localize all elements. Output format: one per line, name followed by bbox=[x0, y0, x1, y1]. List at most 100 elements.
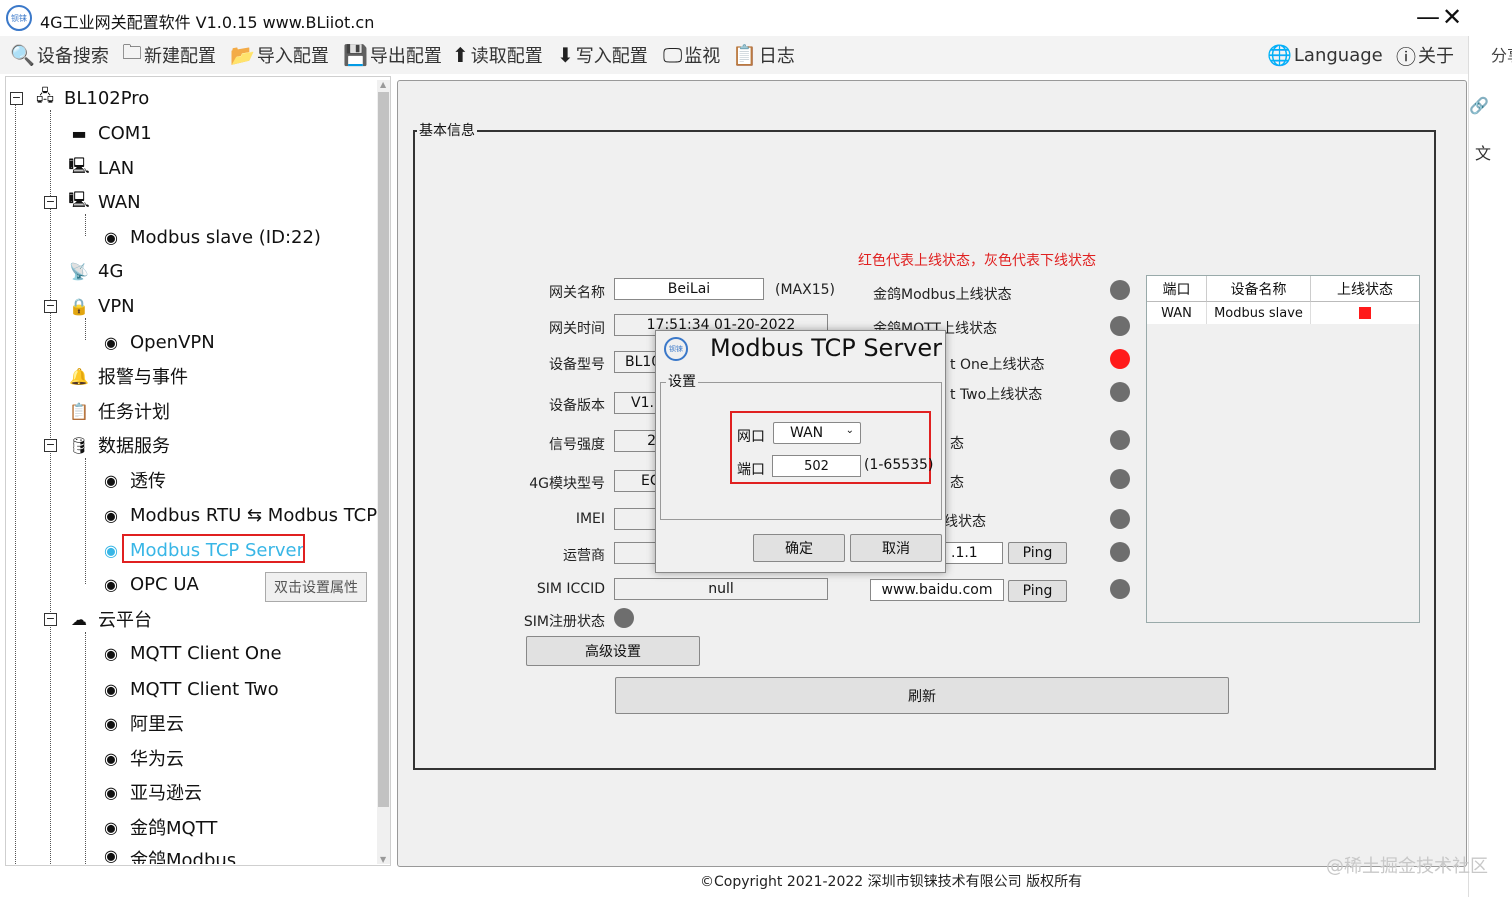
tree-item-mqtt1[interactable]: ◉ MQTT Client One bbox=[98, 638, 282, 668]
save-icon: 💾 bbox=[343, 43, 368, 67]
tree-item-mqtt2[interactable]: ◉ MQTT Client Two bbox=[98, 674, 279, 704]
port-number-input[interactable]: 502 bbox=[772, 455, 861, 477]
tree-item-opcua[interactable]: ◉ OPC UA bbox=[98, 569, 199, 599]
export-config-button[interactable]: 💾 导出配置 bbox=[343, 42, 442, 68]
tree-item-jinge-mqtt[interactable]: ◉ 金鸽MQTT bbox=[98, 812, 217, 842]
close-button[interactable]: ✕ bbox=[1442, 4, 1462, 30]
status-label-mqtt1: t One上线状态 bbox=[950, 357, 1045, 373]
read-config-button[interactable]: ⬆ 读取配置 bbox=[452, 42, 543, 68]
gateway-icon: 🖧 bbox=[36, 85, 54, 105]
tree-label: Modbus slave (ID:22) bbox=[130, 226, 321, 248]
tree-label: VPN bbox=[98, 295, 135, 317]
tree-item-passthrough[interactable]: ◉ 透传 bbox=[98, 465, 166, 495]
tree-item-aws[interactable]: ◉ 亚马逊云 bbox=[98, 777, 202, 807]
status-dot-mqtt1 bbox=[1110, 349, 1130, 369]
node-icon: ◉ bbox=[104, 332, 118, 352]
tree-item-huawei[interactable]: ◉ 华为云 bbox=[98, 743, 184, 773]
share-label[interactable]: 分享 bbox=[1491, 42, 1512, 66]
net-port-select[interactable]: WAN ⌄ bbox=[773, 422, 861, 444]
side-panel: 分享 🔗 文 bbox=[1468, 36, 1512, 897]
language-button[interactable]: 🌐 Language bbox=[1267, 42, 1383, 68]
status-label-7: 线状态 bbox=[944, 514, 986, 530]
scroll-down-icon[interactable]: ▼ bbox=[380, 855, 386, 864]
gateway-name-label: 网关名称 bbox=[549, 285, 605, 301]
toolbar: 🔍 设备搜索 🗀 新建配置 📂 导入配置 💾 导出配置 ⬆ 读取配置 ⬇ 写入配置 🖵 监视 … bbox=[0, 36, 1468, 74]
collapse-wan-icon[interactable]: − bbox=[44, 196, 57, 209]
signal-label: 信号强度 bbox=[549, 437, 605, 453]
ok-button[interactable]: 确定 bbox=[753, 534, 845, 562]
link-icon[interactable]: 🔗 bbox=[1469, 96, 1489, 115]
tree-item-data-service[interactable]: 🛢 数据服务 bbox=[66, 430, 170, 460]
new-folder-icon: 🗀 bbox=[122, 40, 142, 64]
ping-domain-button[interactable]: Ping bbox=[1008, 580, 1067, 602]
tree-item-rtu-tcp[interactable]: ◉ Modbus RTU ⇆ Modbus TCP bbox=[98, 500, 377, 530]
tree-label: BL102Pro bbox=[64, 87, 150, 109]
tree-item-jinge-modbus[interactable]: ◉ 金鸽Modbus bbox=[98, 846, 236, 864]
tree-item-4g[interactable]: 📡 4G bbox=[66, 256, 123, 286]
ping-ip-input[interactable]: .1.1 bbox=[944, 542, 1003, 564]
export-config-label: 导出配置 bbox=[369, 46, 442, 67]
tree-label: 任务计划 bbox=[98, 402, 170, 423]
collapse-cloud-icon[interactable]: − bbox=[44, 613, 57, 626]
import-config-button[interactable]: 📂 导入配置 bbox=[230, 42, 329, 68]
tree-item-root[interactable]: 🖧 BL102Pro bbox=[32, 83, 149, 113]
write-config-button[interactable]: ⬇ 写入配置 bbox=[557, 42, 648, 68]
tree-item-com1[interactable]: ▬ COM1 bbox=[66, 118, 151, 148]
tree-item-wan[interactable]: 🖳 WAN bbox=[66, 187, 140, 217]
node-icon: ◉ bbox=[104, 227, 118, 247]
tree-label: LAN bbox=[98, 157, 135, 179]
device-search-button[interactable]: 🔍 设备搜索 bbox=[10, 42, 109, 68]
copyright: ©Copyright 2021-2022 深圳市钡铼技术有限公司 版权所有 bbox=[700, 874, 1083, 890]
highlight-box bbox=[122, 534, 305, 563]
log-button[interactable]: 📋 日志 bbox=[732, 42, 795, 68]
tree-item-task[interactable]: 📋 任务计划 bbox=[66, 396, 170, 426]
collapse-root-icon[interactable]: − bbox=[10, 92, 23, 105]
import-config-label: 导入配置 bbox=[256, 46, 329, 67]
operator-field bbox=[614, 542, 659, 564]
new-config-button[interactable]: 🗀 新建配置 bbox=[122, 40, 216, 68]
tree-label: MQTT Client One bbox=[130, 642, 282, 664]
tree-item-lan[interactable]: 🖳 LAN bbox=[66, 153, 134, 183]
tree-item-openvpn[interactable]: ◉ OpenVPN bbox=[98, 327, 215, 357]
tree-item-modbus-slave[interactable]: ◉ Modbus slave (ID:22) bbox=[98, 222, 321, 252]
collapse-data-service-icon[interactable]: − bbox=[44, 439, 57, 452]
tree-item-alarm[interactable]: 🔔 报警与事件 bbox=[66, 361, 188, 391]
cancel-button[interactable]: 取消 bbox=[850, 534, 942, 562]
vpn-icon: 🔒 bbox=[69, 296, 89, 316]
scroll-up-icon[interactable]: ▲ bbox=[380, 80, 386, 89]
info-icon: ⓘ bbox=[1396, 44, 1416, 69]
table-cell-port: WAN bbox=[1147, 302, 1207, 324]
ethernet-icon: 🖳 bbox=[68, 155, 90, 175]
tree-item-aliyun[interactable]: ◉ 阿里云 bbox=[98, 708, 184, 738]
new-config-label: 新建配置 bbox=[144, 46, 216, 67]
device-search-label: 设备搜索 bbox=[36, 46, 109, 67]
tree-item-vpn[interactable]: 🔒 VPN bbox=[66, 291, 135, 321]
tree-label: 报警与事件 bbox=[98, 367, 188, 388]
about-button[interactable]: ⓘ 关于 bbox=[1396, 42, 1454, 69]
tree-scrollbar-thumb[interactable] bbox=[378, 92, 389, 807]
node-icon: ◉ bbox=[104, 748, 118, 768]
ping-ip-button[interactable]: Ping bbox=[1008, 542, 1067, 564]
tree-label: 阿里云 bbox=[130, 714, 184, 735]
minimize-button[interactable]: — bbox=[1416, 4, 1440, 30]
monitor-button[interactable]: 🖵 监视 bbox=[663, 42, 720, 68]
refresh-button[interactable]: 刷新 bbox=[615, 677, 1229, 714]
operator-label: 运营商 bbox=[563, 548, 605, 564]
imei-field bbox=[614, 508, 659, 530]
cloud-icon: ☁ bbox=[71, 609, 87, 629]
status-dot-jinge-modbus bbox=[1110, 280, 1130, 300]
tree-label: 数据服务 bbox=[98, 436, 170, 457]
collapse-vpn-icon[interactable]: − bbox=[44, 300, 57, 313]
table-cell-device: Modbus slave bbox=[1207, 302, 1311, 324]
advanced-settings-button[interactable]: 高级设置 bbox=[526, 636, 700, 666]
tree-item-cloud[interactable]: ☁ 云平台 bbox=[66, 604, 152, 634]
ping-domain-input[interactable]: www.baidu.com bbox=[870, 579, 1004, 601]
tree-line bbox=[85, 458, 86, 584]
tree-label: 云平台 bbox=[98, 610, 152, 631]
read-config-label: 读取配置 bbox=[470, 46, 543, 67]
tree-line bbox=[50, 110, 51, 864]
device-column-header: 设备名称 bbox=[1207, 276, 1311, 302]
status-label-mqtt2: t Two上线状态 bbox=[950, 387, 1043, 403]
gateway-name-input[interactable]: BeiLai bbox=[614, 278, 764, 300]
translate-icon[interactable]: 文 bbox=[1475, 140, 1491, 164]
